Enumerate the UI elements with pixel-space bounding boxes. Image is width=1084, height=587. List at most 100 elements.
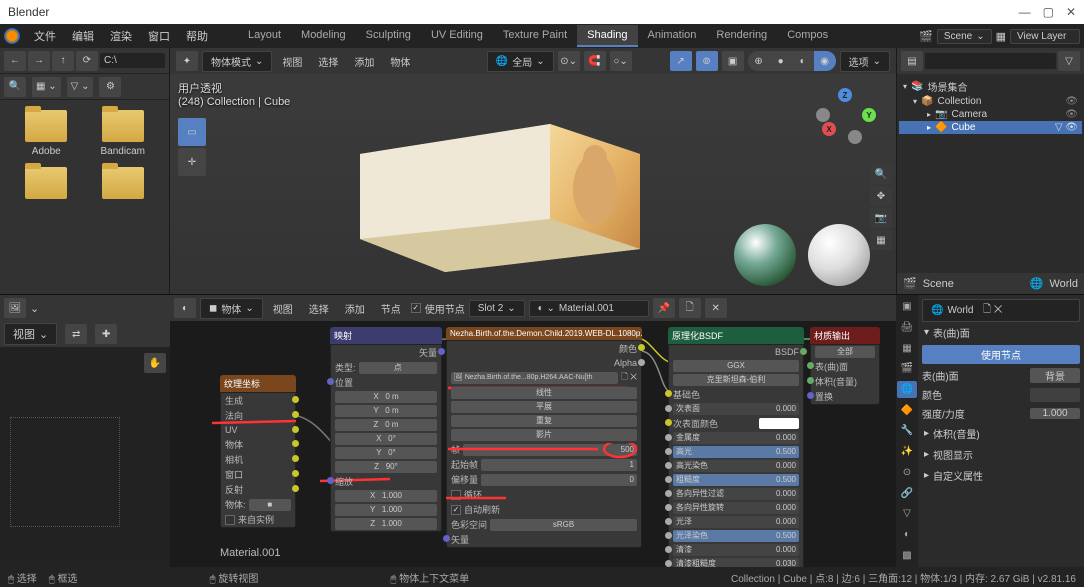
scene-dropdown[interactable]: Scene⌄ [937,29,992,44]
uv-view-dropdown[interactable]: 视图 ⌄ [4,323,57,345]
node-material-output[interactable]: 材质输出 全部 表(曲)面 体积(音量) 置换 [810,327,880,405]
persp-icon[interactable]: ▦ [870,230,892,250]
display-mode-dropdown[interactable]: ▦ ⌄ [32,77,61,97]
zoom-icon[interactable]: 🔍 [870,164,892,184]
xray-toggle[interactable]: ▣ [722,51,744,71]
outliner-type-icon[interactable]: ▤ [901,51,923,71]
ws-modeling[interactable]: Modeling [291,25,356,47]
ptab-material[interactable]: ◐ [897,526,917,544]
ws-texturepaint[interactable]: Texture Paint [493,25,577,47]
node-add-menu[interactable]: 添加 [339,301,371,316]
strength-input[interactable]: 1.000 [1030,408,1080,419]
pin-icon[interactable]: 📌 [653,298,675,318]
file-forward-button[interactable]: → [28,51,50,71]
ptab-texture[interactable]: ▩ [897,546,917,564]
mode-dropdown[interactable]: 物体模式⌄ [202,51,272,72]
tree-row-selected[interactable]: ▸🔶 Cube▽ 👁 [899,121,1082,134]
ptab-object[interactable]: 🔶 [897,401,917,419]
world-datablock[interactable]: 🌐 World 🗋 ✕ [922,299,1080,322]
filter-icon[interactable]: ▽ [1058,51,1080,71]
panel-custom[interactable]: ▸自定义属性 [922,465,1080,486]
menu-file[interactable]: 文件 [28,28,62,44]
tree-row[interactable]: ▾📚 场景集合 [899,78,1082,95]
move-icon[interactable]: ✥ [870,186,892,206]
orientation-dropdown[interactable]: 🌐 全局 ⌄ [487,51,554,72]
viewport-body[interactable]: 用户透视 (248) Collection | Cube ▭ ✛ [170,74,896,294]
menu-render[interactable]: 渲染 [104,28,138,44]
vp-object-menu[interactable]: 物体 [384,54,416,69]
minimize-button[interactable]: — [1019,5,1031,19]
shade-matprev-button[interactable]: ◐ [792,51,814,71]
panel-volume[interactable]: ▸体积(音量) [922,423,1080,444]
uv-canvas[interactable] [10,417,120,527]
shade-wire-button[interactable]: ⊕ [748,51,770,71]
uv-body[interactable]: ✋ [0,347,170,567]
cursor-tool[interactable]: ✛ [178,148,206,176]
close-button[interactable]: ✕ [1066,5,1076,19]
node-principled-bsdf[interactable]: 原理化BSDF BSDF GGX 克里斯坦森-伯利 基础色 次表面0.000 次… [668,327,804,567]
maximize-button[interactable]: ▢ [1043,5,1054,19]
ws-sculpting[interactable]: Sculpting [356,25,421,47]
uv-new-icon[interactable]: ✚ [95,324,117,344]
ptab-physics[interactable]: ⊙ [897,464,917,482]
world-label[interactable]: World [1049,278,1078,290]
camera-icon[interactable]: 📷 [870,208,892,228]
mat-del-icon[interactable]: ✕ [705,298,727,318]
nav-gizmo[interactable]: Y Z X [816,88,876,148]
file-path-input[interactable]: C:\ [100,53,165,68]
shader-type-icon[interactable]: ◐ [174,298,196,318]
folder-item[interactable] [10,167,83,199]
menu-window[interactable]: 窗口 [142,28,176,44]
uv-arrows-icon[interactable]: ⇄ [65,324,87,344]
scene-label[interactable]: Scene [923,278,954,290]
ptab-output[interactable]: 🖨 [897,319,917,337]
ptab-modifier[interactable]: 🔧 [897,422,917,440]
shade-solid-button[interactable]: ● [770,51,792,71]
ptab-world[interactable]: 🌐 [897,381,917,399]
uv-type-icon[interactable]: 🖼 [4,298,26,318]
slot-dropdown[interactable]: Slot 2 ⌄ [469,300,525,317]
node-select-menu[interactable]: 选择 [303,301,335,316]
search-icon[interactable]: 🔍 [4,77,26,97]
vp-select-menu[interactable]: 选择 [312,54,344,69]
snap-toggle[interactable]: 🧲 [584,51,606,71]
select-tool[interactable]: ▭ [178,118,206,146]
ws-shading[interactable]: Shading [577,25,637,47]
ws-uvediting[interactable]: UV Editing [421,25,493,47]
node-mode-dropdown[interactable]: ◼ 物体 ⌄ [200,298,263,319]
ws-animation[interactable]: Animation [638,25,707,47]
proportional-toggle[interactable]: ○⌄ [610,51,632,71]
vp-add-menu[interactable]: 添加 [348,54,380,69]
ws-layout[interactable]: Layout [238,25,291,47]
file-up-button[interactable]: ↑ [52,51,74,71]
menu-edit[interactable]: 编辑 [66,28,100,44]
ptab-data[interactable]: ▽ [897,505,917,523]
ws-rendering[interactable]: Rendering [706,25,777,47]
tree-row[interactable]: ▸📷 Camera👁 [899,108,1082,121]
instancer-check[interactable] [225,515,235,525]
node-mapping[interactable]: 映射 矢量 类型:点 位置 X 0 m Y 0 m Z 0 m X 0° Y 0… [330,327,442,532]
pivot-dropdown[interactable]: ⊙⌄ [558,51,580,71]
color-swatch[interactable] [1030,388,1080,402]
gear-icon[interactable]: ⚙ [99,77,121,97]
ptab-particle[interactable]: ✨ [897,443,917,461]
shade-render-button[interactable]: ◉ [814,51,836,71]
vp-view-menu[interactable]: 视图 [276,54,308,69]
file-back-button[interactable]: ← [4,51,26,71]
ptab-scene[interactable]: 🎬 [897,360,917,378]
panel-surface[interactable]: ▾表(曲)面 [922,322,1080,343]
filter-dropdown[interactable]: ▽ ⌄ [67,77,94,97]
viewlayer-dropdown[interactable]: View Layer [1010,29,1080,44]
gizmo-toggle[interactable]: ↗ [670,51,692,71]
tree-row[interactable]: ▾📦 Collection👁 [899,95,1082,108]
editor-type-icon[interactable]: ✦ [176,51,198,71]
panel-viewport[interactable]: ▸视图显示 [922,444,1080,465]
folder-item[interactable]: Adobe [10,110,83,157]
overlay-toggle[interactable]: ⊚ [696,51,718,71]
use-nodes-button[interactable]: 使用节点 [922,345,1080,364]
node-node-menu[interactable]: 节点 [375,301,407,316]
menu-help[interactable]: 帮助 [180,28,214,44]
ptab-render[interactable]: ▣ [897,298,917,316]
node-view-menu[interactable]: 视图 [267,301,299,316]
ptab-constraint[interactable]: 🔗 [897,484,917,502]
